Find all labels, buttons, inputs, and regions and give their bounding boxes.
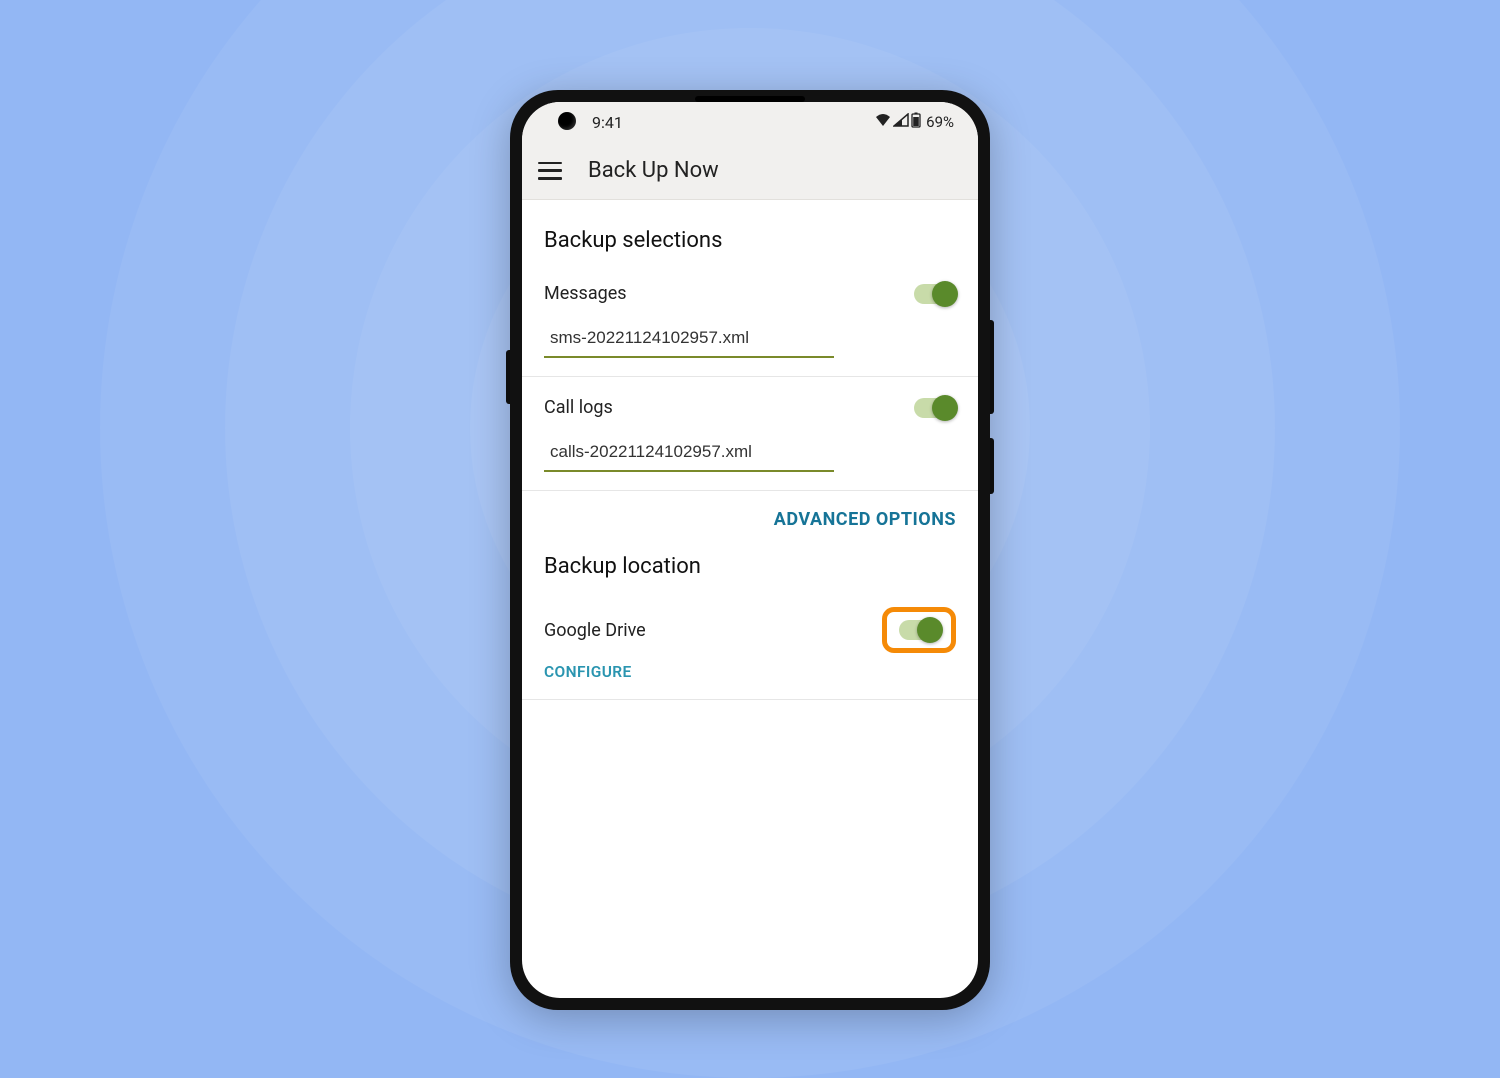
front-camera-dot	[558, 112, 576, 130]
messages-label: Messages	[544, 283, 627, 304]
google-drive-toggle[interactable]	[899, 620, 941, 640]
wifi-icon	[875, 113, 891, 131]
status-bar: 9:41 69%	[522, 102, 978, 142]
battery-icon	[911, 112, 921, 132]
configure-link[interactable]: CONFIGURE	[522, 657, 978, 699]
phone-side-button-left	[506, 350, 510, 404]
google-drive-row: Google Drive	[522, 589, 978, 657]
call-logs-filename-input[interactable]	[544, 436, 834, 472]
hamburger-icon[interactable]	[538, 162, 562, 180]
backup-selections-title: Backup selections	[522, 200, 978, 263]
messages-filename-input[interactable]	[544, 322, 834, 358]
app-bar-title: Back Up Now	[588, 158, 719, 183]
divider	[522, 699, 978, 700]
messages-row: Messages	[522, 263, 978, 314]
status-time: 9:41	[592, 113, 623, 132]
call-logs-toggle[interactable]	[914, 398, 956, 418]
google-drive-toggle-highlight	[882, 607, 956, 653]
phone-side-button-right-2	[990, 438, 994, 494]
battery-percentage: 69%	[926, 113, 954, 131]
call-logs-label: Call logs	[544, 397, 613, 418]
advanced-options-link[interactable]: ADVANCED OPTIONS	[522, 491, 978, 548]
app-bar: Back Up Now	[522, 142, 978, 200]
call-logs-row: Call logs	[522, 377, 978, 428]
phone-screen: 9:41 69% Back Up Now Backup select	[522, 102, 978, 998]
backup-location-title: Backup location	[522, 548, 978, 589]
google-drive-label: Google Drive	[544, 620, 646, 641]
cellular-signal-icon	[893, 113, 909, 131]
phone-side-button-right-1	[990, 320, 994, 414]
messages-toggle[interactable]	[914, 284, 956, 304]
phone-frame: 9:41 69% Back Up Now Backup select	[510, 90, 990, 1010]
